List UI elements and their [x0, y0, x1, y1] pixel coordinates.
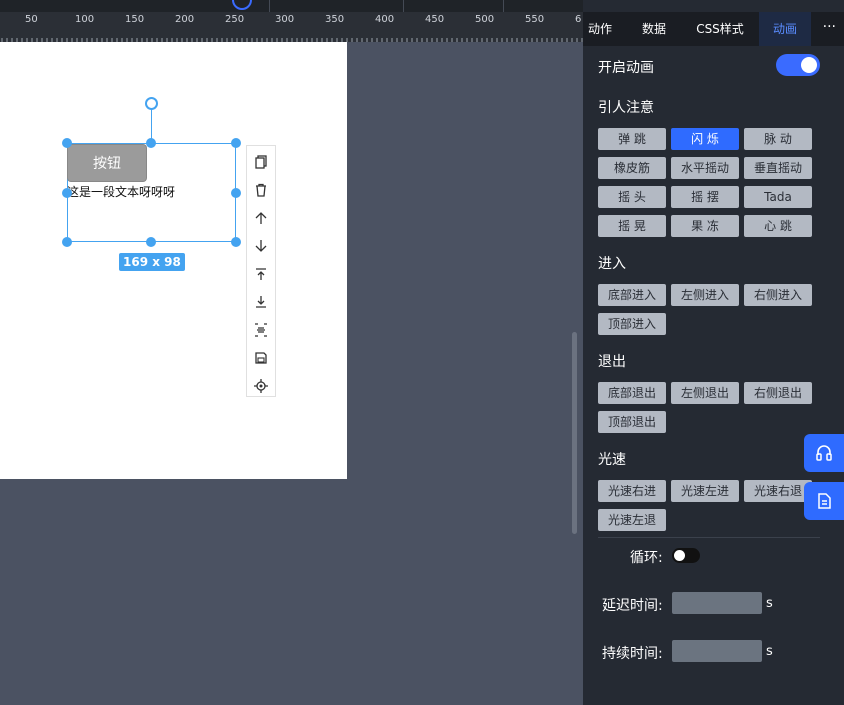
ruler-label: 300: [275, 14, 295, 25]
anim-chip[interactable]: 底部进入: [598, 284, 666, 306]
resize-handle-sw[interactable]: [62, 237, 72, 247]
anim-chip-active[interactable]: 闪 烁: [671, 128, 739, 150]
anim-chip[interactable]: 脉 动: [744, 128, 812, 150]
top-strip: [0, 0, 583, 12]
vertical-scrollbar[interactable]: [572, 332, 577, 534]
toggle-knob: [801, 57, 817, 73]
anim-chip[interactable]: 顶部进入: [598, 313, 666, 335]
resize-handle-n[interactable]: [146, 138, 156, 148]
support-button[interactable]: [804, 434, 844, 472]
anim-chip[interactable]: 底部退出: [598, 382, 666, 404]
anim-chip[interactable]: Tada: [744, 186, 812, 208]
document-icon: [818, 493, 831, 509]
anim-chip[interactable]: 光速左进: [671, 480, 739, 502]
delay-label-text: 延迟时间: [602, 598, 658, 614]
rotate-handle[interactable]: [145, 97, 158, 110]
anim-chip[interactable]: 顶部退出: [598, 411, 666, 433]
resize-handle-se[interactable]: [231, 237, 241, 247]
divider: [598, 537, 820, 538]
anim-chip[interactable]: 左侧退出: [671, 382, 739, 404]
anim-chip[interactable]: 摇 摆: [671, 186, 739, 208]
delay-unit: s: [766, 596, 773, 611]
resize-handle-w[interactable]: [62, 188, 72, 198]
arrow-up-icon[interactable]: [247, 204, 275, 232]
section-title-enter: 进入: [598, 256, 626, 272]
resize-handle-ne[interactable]: [231, 138, 241, 148]
more-icon[interactable]: ···: [823, 12, 836, 46]
ruler-label: 150: [125, 14, 145, 25]
ruler-label: 400: [375, 14, 395, 25]
divider: [269, 0, 270, 12]
loop-label-text: 循环: [630, 550, 658, 566]
headphones-icon: [816, 445, 832, 461]
size-badge: 169 x 98: [119, 253, 185, 271]
anim-chip[interactable]: 垂直摇动: [744, 157, 812, 179]
anim-chip[interactable]: 右侧进入: [744, 284, 812, 306]
section-title-attention: 引人注意: [598, 100, 654, 116]
loop-toggle[interactable]: [672, 548, 700, 563]
loop-label: 循环:: [630, 550, 663, 566]
anim-chip[interactable]: 光速右退: [744, 480, 812, 502]
duration-label-text: 持续时间: [602, 646, 658, 662]
duration-input[interactable]: [672, 640, 762, 662]
tab-data[interactable]: 数据: [636, 12, 672, 46]
resize-handle-nw[interactable]: [62, 138, 72, 148]
anim-chip[interactable]: 摇 头: [598, 186, 666, 208]
ruler-label: 500: [475, 14, 495, 25]
anim-chip[interactable]: 果 冻: [671, 215, 739, 237]
move-top-icon[interactable]: [247, 260, 275, 288]
arrow-down-icon[interactable]: [247, 232, 275, 260]
ruler-label: 100: [75, 14, 95, 25]
anim-chip[interactable]: 光速左退: [598, 509, 666, 531]
canvas-text-element[interactable]: 这是一段文本呀呀呀: [67, 183, 175, 200]
anim-chip[interactable]: 弹 跳: [598, 128, 666, 150]
delete-icon[interactable]: [247, 176, 275, 204]
tab-animation[interactable]: 动画: [759, 12, 811, 46]
copy-icon[interactable]: [247, 148, 275, 176]
toggle-knob: [674, 550, 685, 561]
anim-chip[interactable]: 橡皮筋: [598, 157, 666, 179]
panel-tabs: 动作 数据 CSS样式 动画 ···: [583, 12, 844, 46]
enable-animation-label: 开启动画: [598, 60, 654, 76]
duration-unit: s: [766, 644, 773, 659]
properties-panel: 动作 数据 CSS样式 动画 ··· 开启动画 引人注意 弹 跳 闪 烁 脉 动…: [583, 0, 844, 705]
align-center-icon[interactable]: [247, 316, 275, 344]
docs-button[interactable]: [804, 482, 844, 520]
ruler-label: 200: [175, 14, 195, 25]
ruler-label: 250: [225, 14, 245, 25]
anim-chip[interactable]: 右侧退出: [744, 382, 812, 404]
save-icon[interactable]: [247, 344, 275, 372]
ruler-label: 350: [325, 14, 345, 25]
anim-chip[interactable]: 左侧进入: [671, 284, 739, 306]
canvas-button-element[interactable]: 按钮: [67, 144, 147, 182]
enable-animation-toggle[interactable]: [776, 54, 820, 76]
ruler-label: 50: [25, 14, 38, 25]
anim-chip[interactable]: 水平摇动: [671, 157, 739, 179]
tab-css[interactable]: CSS样式: [688, 12, 752, 46]
section-title-speed: 光速: [598, 452, 626, 468]
target-icon[interactable]: [247, 372, 275, 400]
ruler-label: 6: [575, 14, 582, 25]
anim-chip[interactable]: 光速右进: [598, 480, 666, 502]
move-bottom-icon[interactable]: [247, 288, 275, 316]
tab-actions[interactable]: 动作: [583, 12, 617, 46]
ruler-label: 550: [525, 14, 545, 25]
delay-label: 延迟时间:: [602, 598, 663, 614]
anim-chip[interactable]: 摇 晃: [598, 215, 666, 237]
resize-handle-s[interactable]: [146, 237, 156, 247]
section-title-exit: 退出: [598, 354, 626, 370]
divider: [403, 0, 404, 12]
delay-input[interactable]: [672, 592, 762, 614]
divider: [503, 0, 504, 12]
horizontal-ruler: 50 100 150 200 250 300 350 400 450 500 5…: [0, 12, 583, 42]
ruler-label: 450: [425, 14, 445, 25]
element-toolbar: [246, 145, 276, 397]
design-canvas[interactable]: 按钮 这是一段文本呀呀呀 169 x 98: [0, 42, 347, 479]
scroll-indicator: [232, 0, 252, 10]
resize-handle-e[interactable]: [231, 188, 241, 198]
duration-label: 持续时间:: [602, 646, 663, 662]
anim-chip[interactable]: 心 跳: [744, 215, 812, 237]
